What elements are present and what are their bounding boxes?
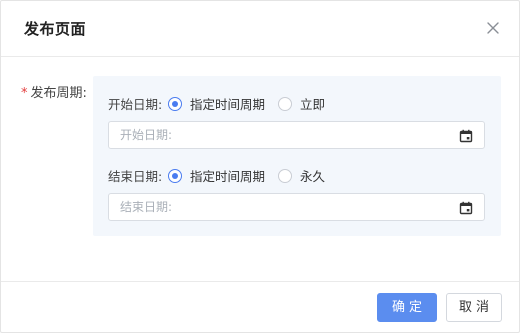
calendar-icon[interactable] [459, 128, 473, 143]
dialog-footer [1, 281, 519, 333]
confirm-button[interactable]: 确定 [377, 293, 437, 322]
publish-period-label-text: 发布周期: [30, 86, 87, 101]
dialog-title: 发布页面 [24, 20, 87, 38]
calendar-icon[interactable] [459, 200, 473, 215]
radio-label: 指定时间周期 [190, 97, 266, 112]
radio-label: 立即 [300, 97, 326, 112]
publish-page-dialog: 发布页面 * 发布周期: 开始日期: 指定时间周期 立即 开始日期: 结束日期:… [0, 0, 520, 333]
end-radio-permanent[interactable]: 永久 [278, 166, 325, 185]
end-radio-specified[interactable]: 指定时间周期 [168, 166, 265, 185]
publish-period-panel: 开始日期: 指定时间周期 立即 结束日期: [93, 76, 501, 236]
end-date-input[interactable] [109, 194, 449, 220]
radio-label: 指定时间周期 [190, 169, 266, 184]
dialog-header: 发布页面 [1, 1, 519, 57]
required-mark: * [21, 86, 28, 101]
cancel-button[interactable]: 取消 [446, 293, 502, 322]
radio-checked-icon [168, 168, 182, 183]
start-radio-immediate[interactable]: 立即 [278, 94, 325, 113]
end-date-picker[interactable] [108, 193, 485, 221]
radio-unchecked-icon [278, 168, 292, 183]
close-icon[interactable] [485, 20, 501, 36]
radio-label: 永久 [300, 169, 326, 184]
start-radio-specified[interactable]: 指定时间周期 [168, 94, 265, 113]
radio-checked-icon [168, 96, 182, 111]
end-date-label: 结束日期: [108, 169, 163, 184]
start-date-label: 开始日期: [108, 97, 163, 112]
radio-unchecked-icon [278, 96, 292, 111]
start-date-input[interactable] [109, 122, 449, 148]
publish-period-label: * 发布周期: [21, 82, 87, 101]
start-date-picker[interactable] [108, 121, 485, 149]
